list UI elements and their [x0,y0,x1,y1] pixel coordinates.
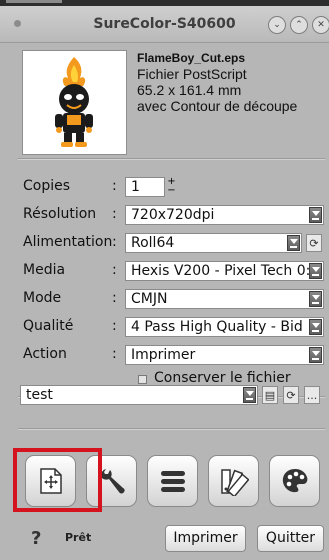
file-name: FlameBoy_Cut.eps [137,51,246,65]
chevron-down-icon[interactable] [309,319,322,335]
resolution-label: Résolution [23,206,97,222]
quality-select[interactable]: 4 Pass High Quality - Bid [125,317,324,337]
file-preview-thumbnail [22,50,127,155]
color-swatches-button[interactable] [208,455,259,507]
chevron-down-icon[interactable] [309,347,322,363]
mode-select[interactable]: CMJN [125,289,324,309]
mode-label: Mode [23,290,62,306]
feed-label: Alimentation [23,234,113,250]
title-bar[interactable]: SureColor-S40600 ⌄ ⌃ ✕ [0,6,329,43]
media-label: Media [23,262,66,278]
copies-input[interactable]: 1 [125,177,165,197]
colon: : [112,346,117,362]
file-size: 65.2 x 161.4 mm [137,82,242,98]
feed-select[interactable]: Roll64 [125,233,302,253]
color-swatches-icon [221,469,249,496]
action-select[interactable]: Imprimer [125,345,324,365]
chevron-down-icon[interactable] [309,291,322,307]
file-note: avec Contour de découpe [137,98,298,114]
colon: : [112,318,117,334]
preset-select[interactable]: test [20,385,258,405]
palette-icon [282,469,308,493]
more-button[interactable]: ... [304,386,320,404]
file-type: Fichier PostScript [137,66,247,82]
help-icon[interactable]: ? [31,528,41,549]
chevron-down-icon[interactable] [243,387,256,403]
quality-label: Qualité [23,318,74,334]
colon: : [112,262,117,278]
divider [18,428,325,430]
chevron-down-icon[interactable] [309,263,322,279]
chevron-down-icon[interactable] [309,207,322,223]
refresh-icon[interactable]: ⟳ [283,386,299,404]
colon: : [112,234,117,250]
print-button[interactable]: Imprimer [165,525,246,552]
list-icon [161,471,185,492]
queue-button[interactable] [147,455,198,507]
quit-button[interactable]: Quitter [257,525,324,552]
action-label: Action [23,346,67,362]
colon: : [112,290,117,306]
refresh-icon[interactable]: ⟳ [306,234,322,252]
divider [18,158,325,160]
chevron-down-icon[interactable] [287,235,300,251]
colon: : [112,206,117,222]
minimize-icon[interactable]: ⌄ [268,16,286,34]
palette-button[interactable] [269,455,320,507]
keep-file-checkbox[interactable] [138,375,147,384]
highlight-box [13,448,102,512]
resolution-select[interactable]: 720x720dpi [125,205,324,225]
status-text: Prêt [65,531,92,544]
copies-label: Copies [23,178,71,194]
colon: : [112,178,117,194]
save-icon[interactable]: ▤ [262,386,278,404]
print-dialog-window: SureColor-S40600 ⌄ ⌃ ✕ FlameBoy_Cut.eps … [0,0,329,560]
close-icon[interactable]: ✕ [312,16,329,34]
media-select[interactable]: Hexis V200 - Pixel Tech 0: [125,261,324,281]
maximize-icon[interactable]: ⌃ [290,16,308,34]
file-info: FlameBoy_Cut.eps Fichier PostScript 65.2… [137,50,297,114]
copies-stepper-icon[interactable]: + − [167,177,176,197]
